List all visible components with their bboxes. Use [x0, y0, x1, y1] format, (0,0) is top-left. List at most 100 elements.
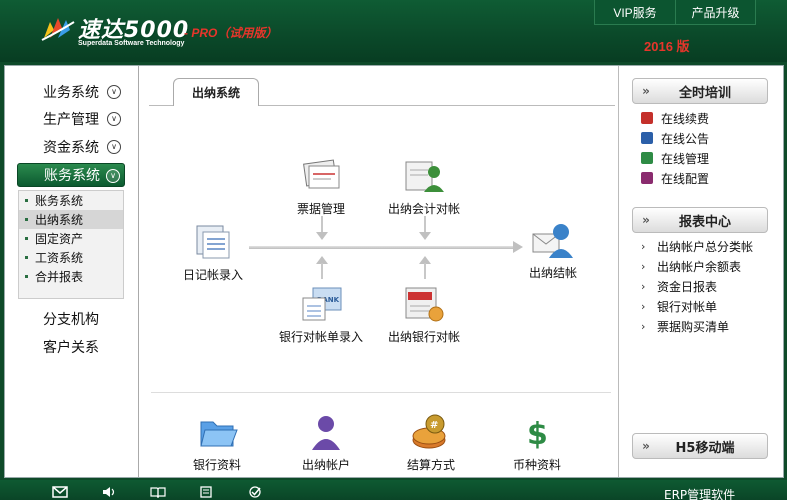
bullet-icon	[25, 256, 28, 259]
report-item-balance[interactable]: › 出纳帐户余额表	[641, 256, 741, 276]
currency-info-node[interactable]: $ 币种资料	[487, 412, 587, 473]
bill-management-label: 票据管理	[296, 202, 345, 216]
chevron-right-icon: ›	[641, 279, 646, 293]
submenu-label: 工资系统	[35, 251, 84, 265]
report-item-label: 票据购买清单	[657, 319, 730, 334]
book-icon	[641, 132, 653, 144]
submenu-item-fixed-assets[interactable]: 固定资产	[19, 229, 123, 248]
cashier-closing-label: 出纳结帐	[528, 266, 577, 280]
training-item-renew[interactable]: 在线续费	[641, 108, 709, 128]
training-item-label: 在线续费	[661, 111, 710, 126]
user-icon	[312, 416, 340, 450]
sidebar-item-business[interactable]: 业务系统 ∨	[17, 80, 125, 104]
report-item-label: 资金日报表	[657, 279, 718, 294]
cashier-bank-reconcile-node[interactable]: 出纳银行对帐	[374, 284, 474, 345]
settlement-method-node[interactable]: # 结算方式	[381, 412, 481, 473]
bottom-toolbar: ERP管理软件	[0, 480, 787, 500]
report-item-label: 出纳帐户总分类帐	[657, 239, 754, 254]
sidebar-item-label: 业务系统	[43, 85, 99, 101]
training-item-label: 在线管理	[661, 151, 710, 166]
document-icon[interactable]	[198, 486, 214, 498]
mail-icon[interactable]	[52, 486, 68, 498]
report-center-title: 报表中心	[678, 214, 731, 230]
report-center-header[interactable]: » 报表中心	[632, 207, 768, 233]
sidebar-item-funds[interactable]: 资金系统 ∨	[17, 135, 125, 159]
training-item-manage[interactable]: 在线管理	[641, 148, 709, 168]
bank-statement-icon: BANK	[302, 287, 342, 321]
tab-cashier[interactable]: 出纳系统	[173, 78, 259, 106]
training-header[interactable]: » 全时培训	[632, 78, 768, 104]
submenu-item-payroll[interactable]: 工资系统	[19, 248, 123, 267]
bullet-icon	[25, 199, 28, 202]
submenu-item-consolidated[interactable]: 合并报表	[19, 267, 123, 286]
book-open-icon[interactable]	[150, 486, 166, 498]
main-frame: 业务系统 ∨ 生产管理 ∨ 资金系统 ∨ 账务系统 ∨ 账务系统 出纳系统 固定…	[4, 65, 784, 478]
report-item-bank-statement[interactable]: › 银行对帐单	[641, 296, 717, 316]
journal-entry-node[interactable]: 日记帐录入	[163, 222, 263, 283]
app-header: 速达5000 Superdata Software Technology - P…	[0, 0, 787, 62]
vip-service-link[interactable]: VIP服务	[595, 0, 675, 24]
cashier-closing-node[interactable]: 出纳结帐	[503, 220, 603, 281]
cashier-closing-icon	[532, 224, 573, 258]
book-icon	[641, 172, 653, 184]
h5-mobile-title: H5移动端	[675, 440, 735, 456]
bank-statement-entry-node[interactable]: BANK 银行对帐单录入	[271, 284, 371, 345]
journal-entry-icon	[196, 225, 230, 259]
submenu-item-cashier[interactable]: 出纳系统	[19, 210, 123, 229]
book-icon	[641, 112, 653, 124]
report-item-label: 银行对帐单	[657, 299, 718, 314]
sidebar-item-production[interactable]: 生产管理 ∨	[17, 107, 125, 131]
report-item-daily[interactable]: › 资金日报表	[641, 276, 717, 296]
chevron-down-icon: ∨	[107, 85, 121, 99]
arrow-down-icon	[316, 232, 328, 240]
speaker-icon[interactable]	[101, 486, 117, 498]
coins-icon: #	[412, 414, 446, 449]
erp-software-label: ERP管理软件	[664, 488, 736, 500]
sidebar-item-label: 生产管理	[43, 112, 99, 128]
chevron-down-icon: ∨	[107, 112, 121, 126]
bullet-icon	[25, 237, 28, 240]
submenu-label: 账务系统	[35, 194, 84, 208]
check-circle-icon[interactable]	[247, 486, 263, 498]
double-chevron-icon: »	[642, 213, 650, 227]
product-upgrade-link[interactable]: 产品升级	[675, 0, 755, 24]
cashier-reconcile-label: 出纳会计对帐	[387, 202, 460, 216]
report-item-label: 出纳帐户余额表	[657, 259, 742, 274]
flow-connector	[424, 263, 426, 279]
submenu-item-accounting[interactable]: 账务系统	[19, 191, 123, 210]
cashier-reconcile-icon	[405, 161, 444, 192]
section-divider	[151, 392, 611, 393]
chevron-down-icon: ∨	[107, 140, 121, 154]
chevron-right-icon: ›	[641, 259, 646, 273]
cashier-account-node[interactable]: 出纳帐户	[276, 412, 376, 473]
submenu-label: 固定资产	[35, 232, 84, 246]
left-sidebar: 业务系统 ∨ 生产管理 ∨ 资金系统 ∨ 账务系统 ∨ 账务系统 出纳系统 固定…	[5, 66, 139, 477]
sidebar-item-crm[interactable]: 客户关系	[43, 337, 99, 357]
brand-subtitle: Superdata Software Technology	[78, 40, 185, 47]
training-item-notice[interactable]: 在线公告	[641, 128, 709, 148]
cashier-accounting-reconcile-node[interactable]: 出纳会计对帐	[374, 156, 474, 217]
flow-line	[249, 246, 515, 249]
bank-statement-label: 银行对帐单录入	[278, 330, 363, 344]
training-item-config[interactable]: 在线配置	[641, 168, 709, 188]
bullet-icon	[25, 275, 28, 278]
arrow-down-icon	[419, 232, 431, 240]
bill-management-node[interactable]: 票据管理	[271, 156, 371, 217]
sidebar-item-label: 账务系统	[44, 168, 100, 184]
journal-entry-label: 日记帐录入	[182, 268, 243, 282]
bank-info-node[interactable]: 银行资料	[167, 412, 267, 473]
report-item-bill-purchase[interactable]: › 票据购买清单	[641, 316, 729, 336]
bullet-icon	[25, 218, 28, 221]
book-icon	[641, 152, 653, 164]
training-item-label: 在线配置	[661, 171, 710, 186]
h5-mobile-header[interactable]: » H5移动端	[632, 433, 768, 459]
submenu-label: 出纳系统	[35, 213, 84, 227]
report-item-ledger[interactable]: › 出纳帐户总分类帐	[641, 236, 753, 256]
sidebar-item-branches[interactable]: 分支机构	[43, 309, 99, 329]
bank-info-label: 银行资料	[192, 458, 241, 472]
superdata-logo-icon	[41, 18, 75, 41]
svg-text:$: $	[527, 417, 548, 452]
flow-connector	[321, 263, 323, 279]
sidebar-item-accounting[interactable]: 账务系统 ∨	[17, 163, 125, 187]
double-chevron-icon: »	[642, 439, 650, 453]
